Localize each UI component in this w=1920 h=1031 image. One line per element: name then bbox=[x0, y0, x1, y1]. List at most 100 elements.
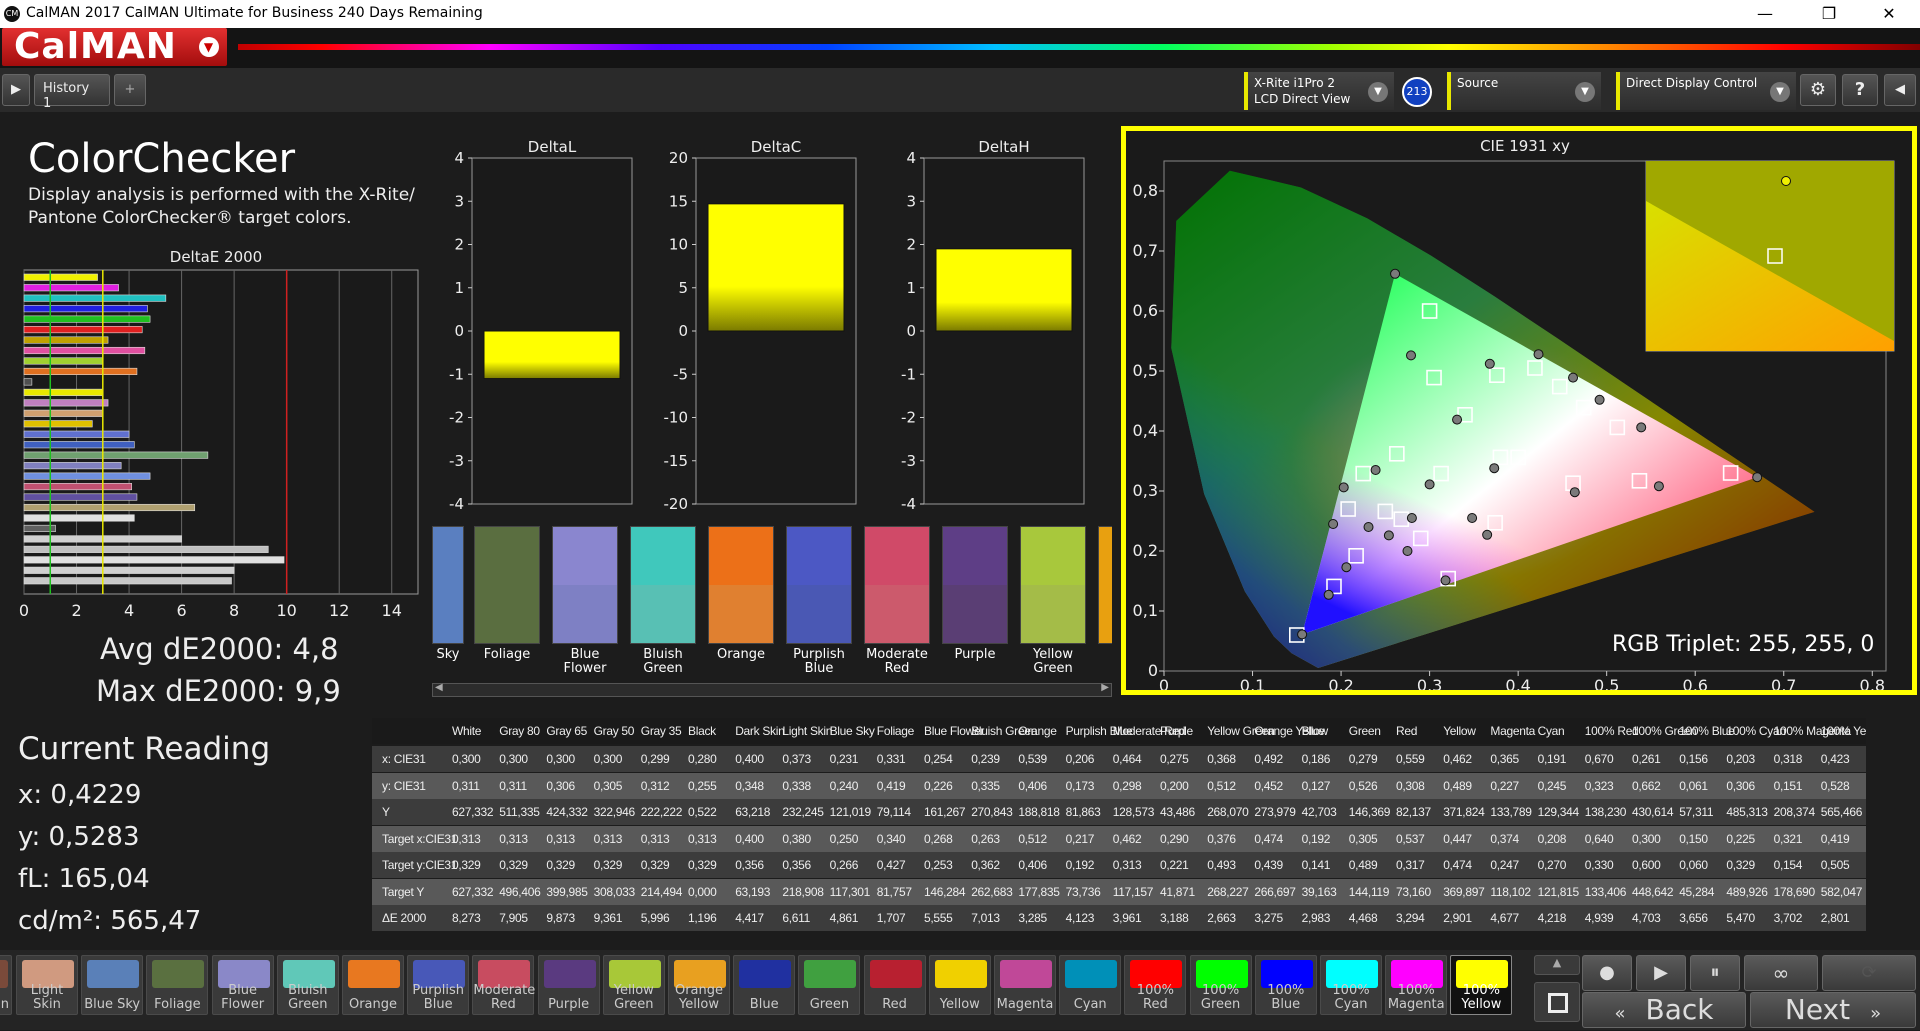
table-row: y: CIE31 0,311 0,311 0,306 0,305 0,312 0,255 0,… bbox=[372, 772, 1866, 799]
deltae-bar bbox=[23, 305, 148, 313]
swatch-label: Orange bbox=[716, 647, 766, 662]
table-cell: 0,200 bbox=[1160, 778, 1189, 793]
swatch-button[interactable]: Green bbox=[798, 955, 861, 1015]
add-tab-button[interactable]: + bbox=[114, 74, 146, 106]
loop-button[interactable]: ∞ bbox=[1744, 955, 1818, 991]
table-cell: 0,275 bbox=[1160, 752, 1189, 766]
table-cell: 0,559 bbox=[1396, 752, 1425, 766]
minimize-button[interactable]: — bbox=[1742, 2, 1788, 26]
swatch-scrollbar[interactable]: ◀ ▶ bbox=[432, 682, 1112, 697]
table-cell: 0,427 bbox=[876, 858, 906, 872]
table-cell: 0,298 bbox=[1112, 778, 1142, 793]
column-header: Gray 50 bbox=[593, 724, 635, 738]
x-tick-label: 14 bbox=[382, 601, 402, 620]
chart-title: DeltaC bbox=[751, 138, 802, 156]
swatch-label: 100% Cyan bbox=[1332, 983, 1370, 1012]
tab-history-1[interactable]: History 1 bbox=[34, 74, 110, 111]
swatch-button[interactable]: Foliage bbox=[146, 955, 209, 1015]
swatch-button[interactable]: in bbox=[0, 955, 12, 1015]
swatch-label: 100% Yellow bbox=[1461, 983, 1502, 1012]
y-tick-label: 0,6 bbox=[1133, 301, 1158, 320]
swatch-button[interactable]: Blue Flower bbox=[211, 955, 274, 1015]
back-button[interactable]: « Back bbox=[1582, 992, 1746, 1028]
swatch-button[interactable]: 100% Green bbox=[1189, 955, 1252, 1015]
stop-button[interactable] bbox=[1534, 982, 1580, 1022]
meter-selector[interactable]: X-Rite i1Pro 2 LCD Direct View ▼ bbox=[1244, 72, 1394, 110]
y-tick-label: -4 bbox=[449, 495, 464, 513]
swatch-button[interactable]: Yellow Green bbox=[602, 955, 665, 1015]
table-row: Y 627,332 511,335 424,332 322,946 222,222 0,52… bbox=[372, 799, 1866, 825]
table-cell: 4,123 bbox=[1065, 911, 1095, 925]
swatch-button[interactable]: Blue Sky bbox=[81, 955, 144, 1015]
close-button[interactable]: ✕ bbox=[1866, 2, 1912, 26]
scroll-left-icon[interactable]: ◀ bbox=[435, 682, 443, 693]
next-button[interactable]: Next » bbox=[1750, 992, 1916, 1028]
table-cell: 0,300 bbox=[452, 752, 481, 766]
swatch-button[interactable]: Purple bbox=[537, 955, 600, 1015]
swatch-button[interactable]: Bluish Green bbox=[276, 955, 339, 1015]
table-cell: 0,290 bbox=[1160, 831, 1189, 846]
table-cell: 0,462 bbox=[1112, 831, 1142, 846]
table-cell: 0,156 bbox=[1679, 752, 1708, 766]
table-cell: 7,013 bbox=[971, 911, 1000, 925]
swatch-button[interactable]: Purplish Blue bbox=[407, 955, 470, 1015]
y-tick-label: -1 bbox=[901, 365, 916, 383]
table-cell: 0,318 bbox=[1773, 752, 1803, 766]
swatch-button[interactable]: 100% Cyan bbox=[1320, 955, 1382, 1015]
swatch-button[interactable]: Moderate Red bbox=[472, 955, 535, 1015]
deltae-bar bbox=[23, 451, 209, 459]
ddc-selector[interactable]: Direct Display Control ▼ bbox=[1616, 72, 1796, 110]
swatch-button[interactable]: 100% Blue bbox=[1254, 955, 1317, 1015]
collapse-icon[interactable]: ◀ bbox=[1884, 74, 1916, 106]
calman-menu-button[interactable]: CalMAN ▼ bbox=[2, 28, 227, 66]
swatch-label: Yellow bbox=[939, 997, 980, 1012]
swatch-label: 100% Magenta bbox=[1387, 983, 1445, 1012]
swatch-label: Orange bbox=[348, 997, 398, 1012]
swatch-button[interactable]: Cyan bbox=[1059, 955, 1122, 1015]
pause-button[interactable]: ⏸ bbox=[1690, 955, 1740, 991]
table-cell: 0,226 bbox=[924, 778, 953, 793]
table-cell: 0,000 bbox=[688, 884, 717, 899]
maximize-button[interactable]: ❐ bbox=[1806, 2, 1852, 26]
y-tick-label: -4 bbox=[901, 495, 916, 513]
measured-point bbox=[1568, 372, 1579, 383]
table-cell: 266,697 bbox=[1254, 884, 1296, 899]
row-label: ΔE 2000 bbox=[382, 911, 426, 925]
play-button[interactable]: ▶ bbox=[1636, 955, 1686, 991]
swatch-button[interactable]: Yellow bbox=[928, 955, 991, 1015]
scroll-up-icon[interactable]: ▲ bbox=[1534, 955, 1580, 975]
table-cell: 0,348 bbox=[735, 778, 764, 793]
swatch-button[interactable]: Red bbox=[863, 955, 926, 1015]
deltae-bar bbox=[23, 545, 269, 553]
refresh-button[interactable]: ⟳ bbox=[1822, 955, 1916, 991]
column-header: Gray 80 bbox=[499, 724, 540, 738]
swatch-button[interactable]: Light Skin bbox=[16, 955, 78, 1015]
deltal-chart: DeltaL 4 3 2 1 0 -1 -2 -3 -4 bbox=[449, 138, 633, 513]
gear-icon[interactable]: ⚙ bbox=[1800, 74, 1836, 106]
table-cell: 57,311 bbox=[1679, 805, 1714, 819]
swatch-button[interactable]: 100% Red bbox=[1124, 955, 1187, 1015]
swatch-button[interactable]: Blue bbox=[733, 955, 796, 1015]
play-icon[interactable]: ▶ bbox=[2, 74, 30, 106]
deltae-bar bbox=[23, 399, 109, 407]
swatch-button[interactable]: Magenta bbox=[994, 955, 1056, 1015]
scroll-right-icon[interactable]: ▶ bbox=[1101, 682, 1109, 693]
swatch-button[interactable]: 100% Yellow bbox=[1450, 955, 1513, 1015]
swatch-button[interactable]: 100% Magenta bbox=[1385, 955, 1448, 1015]
source-selector[interactable]: Source ▼ bbox=[1447, 72, 1601, 110]
swatch-label: Yellow Green bbox=[1032, 647, 1074, 676]
help-icon[interactable]: ? bbox=[1842, 74, 1878, 106]
table-cell: 0,376 bbox=[1207, 831, 1236, 846]
column-header: Blue Sky bbox=[829, 724, 875, 738]
swatch-label: Purplish Blue bbox=[793, 647, 845, 676]
swatch-button[interactable]: Orange Yellow bbox=[668, 955, 730, 1015]
column-header: Cyan bbox=[1537, 724, 1565, 738]
record-button[interactable]: ● bbox=[1582, 955, 1632, 991]
swatch-button[interactable]: Orange bbox=[342, 955, 404, 1015]
table-cell: 0,365 bbox=[1490, 752, 1519, 766]
window-title: CalMAN 2017 CalMAN Ultimate for Business… bbox=[26, 5, 483, 21]
table-cell: 222,222 bbox=[640, 805, 683, 819]
meter-badge[interactable]: 213 bbox=[1402, 77, 1432, 107]
table-cell: 0,505 bbox=[1820, 858, 1850, 872]
swatch-label: Foliage bbox=[154, 997, 201, 1012]
